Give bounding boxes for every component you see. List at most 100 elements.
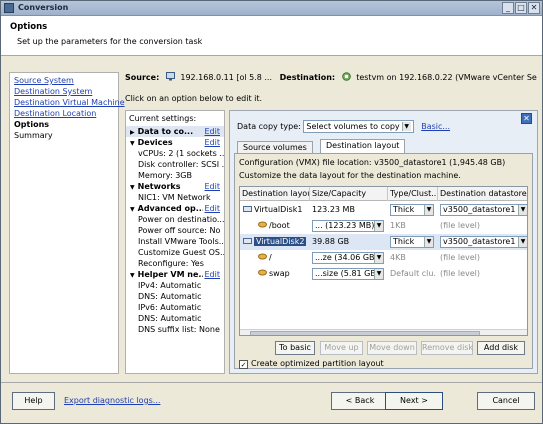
- setting-label: Devices: [137, 138, 173, 147]
- volume-icon: [258, 269, 267, 276]
- page-header: Options Set up the parameters for the co…: [1, 16, 542, 56]
- datastore-cell[interactable]: v3500_datastore1 (... ▼: [440, 202, 527, 218]
- current-settings-panel: Current settings: ▶ Data to co... Edit ▼ D…: [125, 110, 225, 374]
- scrollbar-thumb[interactable]: [250, 331, 480, 335]
- add-disk-button[interactable]: Add disk: [477, 341, 525, 355]
- move-up-button[interactable]: Move up: [320, 341, 363, 355]
- edit-data-link[interactable]: Edit: [202, 126, 220, 137]
- edit-devices-link[interactable]: Edit: [202, 137, 220, 148]
- back-button[interactable]: < Back: [331, 392, 389, 410]
- size-select[interactable]: ...ze (34.06 GB) ▼: [312, 251, 384, 264]
- table-row[interactable]: /boot ... (123.23 MB) ▼ 1KB (file level): [240, 218, 527, 234]
- data-copy-type-value: Select volumes to copy: [306, 122, 400, 131]
- step-options: Options: [14, 120, 50, 129]
- size-select[interactable]: ...size (5.81 GB) ▼: [312, 267, 384, 280]
- move-down-button[interactable]: Move down: [367, 341, 417, 355]
- size-select[interactable]: ... (123.23 MB) ▼: [312, 219, 384, 232]
- volume-icon: [258, 221, 267, 228]
- next-button[interactable]: Next >: [385, 392, 443, 410]
- destination-layout-panel: Configuration (VMX) file location: v3500…: [234, 153, 533, 369]
- setting-item: Reconfigure: Yes: [138, 259, 204, 268]
- source-label: Source:: [125, 73, 160, 82]
- app-icon: [4, 3, 14, 13]
- table-row[interactable]: VirtualDisk1 123.23 MB Thick ▼ v3500_data…: [240, 202, 527, 218]
- size-cell[interactable]: ... (123.23 MB) ▼: [312, 218, 386, 234]
- setting-advanced[interactable]: ▼ Advanced op... Edit: [126, 203, 224, 214]
- size-cell[interactable]: ...ze (34.06 GB) ▼: [312, 250, 386, 266]
- export-logs-link[interactable]: Export diagnostic logs...: [64, 396, 160, 405]
- maximize-button[interactable]: □: [515, 2, 527, 14]
- step-source-system[interactable]: Source System: [14, 75, 114, 86]
- type-select[interactable]: Thick ▼: [390, 235, 434, 248]
- collapse-arrow-icon: ▼: [130, 184, 135, 191]
- setting-item: IPv6: Automatic: [138, 303, 202, 312]
- column-header[interactable]: Destination datastore/...: [438, 187, 527, 201]
- title-bar: Conversion _ □ ✕: [1, 1, 542, 16]
- setting-item: vCPUs: 2 (1 sockets ...: [138, 149, 224, 158]
- setting-item: Power on destinatio...: [138, 215, 224, 224]
- layout-text: swap: [269, 269, 290, 278]
- destination-label: Destination:: [279, 73, 336, 82]
- layout-text: /: [269, 253, 272, 262]
- horizontal-scrollbar[interactable]: [240, 329, 527, 335]
- close-button[interactable]: ✕: [528, 2, 540, 14]
- computer-icon: [165, 72, 175, 81]
- data-copy-detail-panel: Data copy type: Select volumes to copy ▼ …: [229, 110, 538, 374]
- size-cell[interactable]: ...size (5.81 GB) ▼: [312, 266, 386, 282]
- setting-networks[interactable]: ▼ Networks Edit: [126, 181, 224, 192]
- size-value: ...size (5.81 GB): [315, 268, 379, 278]
- edit-networks-link[interactable]: Edit: [202, 181, 220, 192]
- config-location-text: Configuration (VMX) file location: v3500…: [239, 158, 506, 167]
- type-cell[interactable]: Thick ▼: [390, 202, 436, 218]
- page-title: Options: [10, 22, 48, 32]
- type-cell[interactable]: Thick ▼: [390, 234, 436, 250]
- minimize-button[interactable]: _: [502, 2, 514, 14]
- step-destination-system[interactable]: Destination System: [14, 86, 114, 97]
- basic-link[interactable]: Basic...: [421, 122, 450, 131]
- to-basic-button[interactable]: To basic: [275, 341, 315, 355]
- setting-label: Data to co...: [137, 127, 194, 136]
- table-row[interactable]: swap ...size (5.81 GB) ▼ Default clu... (…: [240, 266, 527, 282]
- create-partition-checkbox[interactable]: ✓: [239, 360, 248, 369]
- conversion-window: Conversion _ □ ✕ Options Set up the para…: [0, 0, 543, 424]
- page-subtitle: Set up the parameters for the conversion…: [17, 37, 203, 46]
- edit-helper-link[interactable]: Edit: [202, 269, 220, 280]
- volume-icon: [258, 253, 267, 260]
- setting-item: Power off source: No: [138, 226, 221, 235]
- column-header[interactable]: Size/Capacity: [310, 187, 388, 201]
- tab-source-volumes[interactable]: Source volumes: [237, 141, 313, 153]
- step-destination-vm[interactable]: Destination Virtual Machine: [14, 97, 125, 108]
- layout-text: VirtualDisk1: [254, 205, 303, 214]
- cancel-button[interactable]: Cancel: [477, 392, 535, 410]
- table-row-selected[interactable]: VirtualDisk2 39.88 GB Thick ▼ v3500_datas…: [240, 234, 528, 250]
- data-copy-type-label: Data copy type:: [237, 122, 301, 131]
- setting-label: Helper VM ne...: [137, 270, 208, 279]
- column-header[interactable]: Type/Clust...: [388, 187, 438, 201]
- layout-cell: VirtualDisk1: [243, 202, 310, 218]
- help-button[interactable]: Help: [12, 392, 55, 410]
- datastore-select[interactable]: v3500_datastore1 (... ▼: [440, 203, 527, 216]
- edit-advanced-link[interactable]: Edit: [202, 203, 220, 214]
- table-row[interactable]: / ...ze (34.06 GB) ▼ 4KB (file level): [240, 250, 527, 266]
- step-destination-location[interactable]: Destination Location: [14, 108, 114, 119]
- setting-item: IPv4: Automatic: [138, 281, 202, 290]
- column-header[interactable]: Destination layout: [240, 187, 310, 201]
- data-copy-type-select[interactable]: Select volumes to copy ▼: [303, 120, 414, 133]
- disk-icon: [243, 206, 252, 212]
- data-copy-type-row: Data copy type: Select volumes to copy ▼ …: [237, 120, 450, 133]
- setting-item: Memory: 3GB: [138, 171, 192, 180]
- setting-item: Disk controller: SCSI ...: [138, 160, 224, 169]
- remove-disk-button[interactable]: Remove disk: [421, 341, 473, 355]
- close-detail-icon[interactable]: ✕: [521, 113, 532, 124]
- datastore-select[interactable]: v3500_datastore1 (... ▼: [440, 235, 528, 248]
- setting-helper-vm[interactable]: ▼ Helper VM ne... Edit: [126, 269, 224, 280]
- chevron-down-icon: ▼: [518, 204, 527, 215]
- setting-data-to-copy[interactable]: ▶ Data to co... Edit: [126, 126, 224, 137]
- type-select[interactable]: Thick ▼: [390, 203, 434, 216]
- datastore-cell[interactable]: v3500_datastore1 (... ▼: [440, 234, 528, 250]
- datastore-value: v3500_datastore1 (...: [443, 236, 528, 246]
- setting-devices[interactable]: ▼ Devices Edit: [126, 137, 224, 148]
- setting-item: DNS: Automatic: [138, 314, 202, 323]
- create-partition-row[interactable]: ✓ Create optimized partition layout: [239, 359, 384, 369]
- tab-destination-layout[interactable]: Destination layout: [320, 139, 406, 153]
